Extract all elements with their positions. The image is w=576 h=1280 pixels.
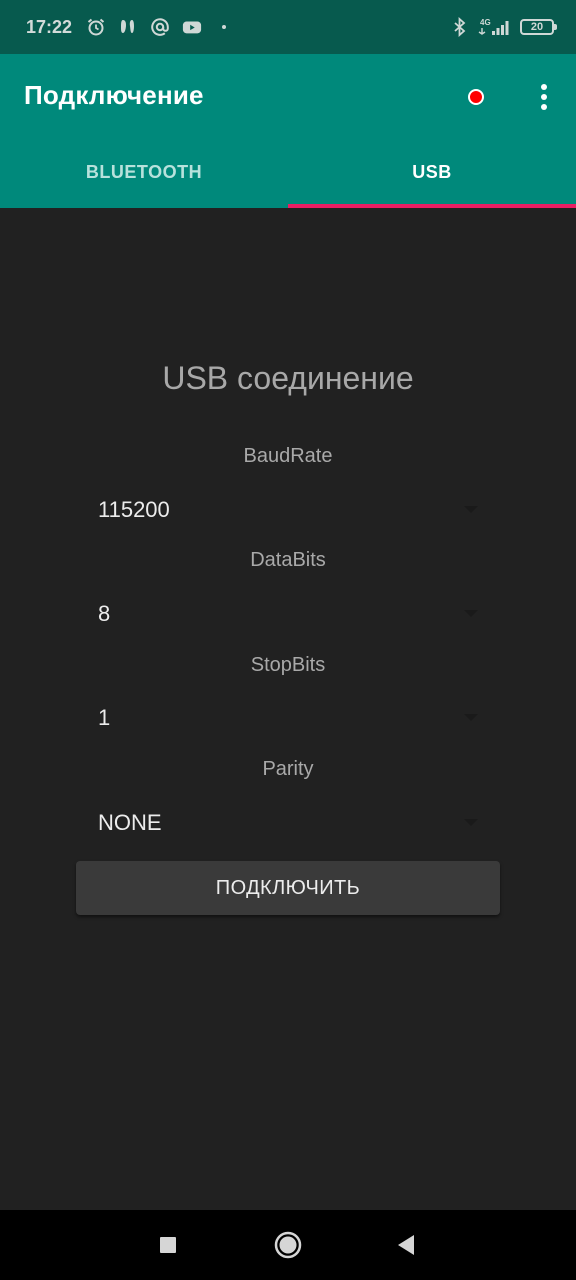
tab-bluetooth-label: BLUETOOTH (85, 161, 203, 182)
record-indicator-icon[interactable] (464, 85, 488, 109)
dropdown-arrow-icon (464, 714, 478, 721)
parity-label: Parity (262, 758, 314, 780)
usb-connection-panel: USB соединение BaudRate 115200 DataBits … (0, 208, 576, 1210)
baudrate-value: 115200 (98, 497, 170, 522)
notification-icon (118, 17, 138, 37)
status-bar: 17:22 4G 20 (0, 0, 576, 54)
baudrate-spinner[interactable]: 115200 (78, 482, 498, 538)
more-vert-icon (541, 84, 547, 110)
databits-label: DataBits (250, 549, 326, 571)
app-bar: Подключение (0, 54, 576, 136)
app-title: Подключение (24, 79, 204, 110)
tab-bluetooth[interactable]: BLUETOOTH (0, 136, 288, 208)
bluetooth-icon (450, 17, 470, 37)
more-options-button[interactable] (526, 79, 562, 115)
parity-value: NONE (98, 810, 162, 835)
section-title: USB соединение (162, 360, 414, 396)
dropdown-arrow-icon (464, 819, 478, 826)
stopbits-value: 1 (98, 705, 111, 730)
connect-button[interactable]: ПОДКЛЮЧИТЬ (76, 861, 500, 915)
alarm-icon (86, 17, 106, 37)
home-button[interactable] (253, 1210, 323, 1280)
tab-usb-label: USB (412, 161, 452, 182)
back-triangle-icon (398, 1235, 414, 1255)
dot-icon (214, 17, 234, 37)
dropdown-arrow-icon (464, 506, 478, 513)
network-4g-icon: 4G (478, 17, 512, 37)
at-sign-icon (150, 17, 170, 37)
home-circle-icon (274, 1231, 302, 1259)
battery-icon: 20 (520, 19, 557, 35)
baudrate-label: BaudRate (243, 445, 333, 467)
connect-button-label: ПОДКЛЮЧИТЬ (215, 876, 361, 899)
youtube-icon (182, 17, 202, 37)
system-nav-bar (0, 1210, 576, 1280)
recents-square-icon (160, 1237, 176, 1253)
tab-usb[interactable]: USB (288, 136, 576, 208)
network-label: 4G (480, 18, 491, 27)
back-button[interactable] (371, 1210, 441, 1280)
parity-spinner[interactable]: NONE (78, 795, 498, 851)
tab-bar: BLUETOOTH USB (0, 136, 576, 208)
databits-spinner[interactable]: 8 (78, 586, 498, 642)
dropdown-arrow-icon (464, 610, 478, 617)
databits-value: 8 (98, 601, 111, 626)
battery-level: 20 (530, 21, 544, 33)
screen: 17:22 4G 20 Подключение BLUETOOTH USB US… (0, 0, 576, 1280)
stopbits-spinner[interactable]: 1 (78, 690, 498, 746)
stopbits-label: StopBits (250, 654, 326, 676)
recents-button[interactable] (133, 1210, 203, 1280)
status-left: 17:22 (26, 17, 234, 38)
status-time: 17:22 (26, 16, 73, 37)
status-right: 4G 20 (450, 17, 557, 37)
